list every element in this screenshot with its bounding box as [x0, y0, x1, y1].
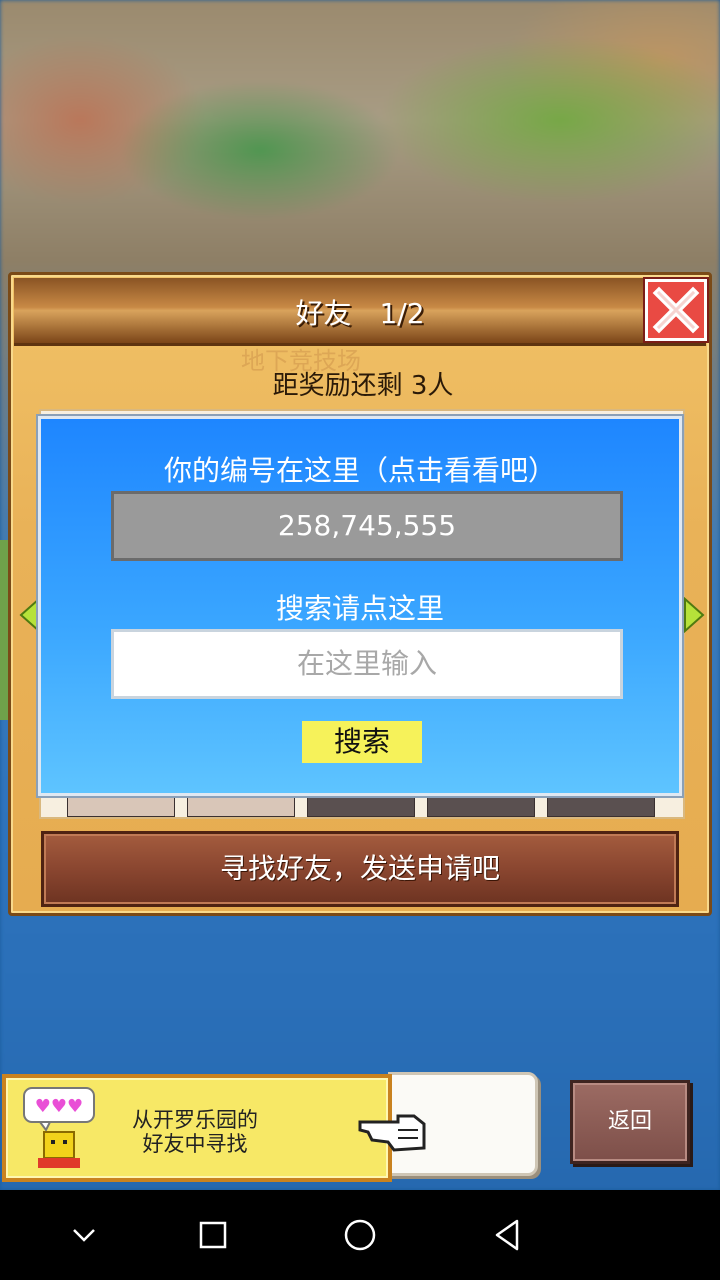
close-icon [652, 286, 700, 334]
my-id-box[interactable]: 258,745,555 [111, 491, 623, 561]
id-label: 你的编号在这里（点击看看吧） [163, 454, 556, 487]
kairo-friends-label: 从开罗乐园的 好友中寻找 [106, 1108, 284, 1156]
search-button[interactable]: 搜索 [302, 721, 422, 763]
search-label: 搜索请点这里 [275, 592, 444, 625]
panel-header: 好友 1/2 [14, 278, 706, 346]
kairo-label-line1: 从开罗乐园的 [132, 1108, 258, 1132]
nav-home-icon[interactable] [342, 1217, 378, 1253]
search-input[interactable]: 在这里输入 [111, 629, 623, 699]
reward-remaining-text: 距奖励还剩 3人 [272, 371, 454, 401]
friend-id-dialog: 你的编号在这里（点击看看吧） 258,745,555 搜索请点这里 在这里输入 … [38, 416, 682, 796]
find-friends-button[interactable]: 寻找好友，发送申请吧 [41, 831, 679, 907]
nav-back-chevron-icon[interactable] [66, 1217, 102, 1253]
close-button[interactable] [643, 277, 709, 343]
kairo-mascot-icon: ♥♥♥ [23, 1087, 95, 1168]
arrow-right-icon[interactable] [683, 597, 705, 633]
system-navigation-bar [0, 1190, 720, 1280]
svg-text:♥♥♥: ♥♥♥ [35, 1096, 83, 1117]
kairo-friends-button[interactable]: ♥♥♥ 从开罗乐园的 好友中寻找 [2, 1074, 392, 1182]
back-button[interactable]: 返回 [570, 1080, 690, 1164]
panel-title: 好友 1/2 [295, 297, 425, 330]
nav-recent-icon[interactable] [195, 1217, 231, 1253]
pointing-hand-icon [358, 1114, 426, 1152]
kairo-label-line2: 好友中寻找 [142, 1132, 248, 1156]
nav-back-icon[interactable] [490, 1217, 526, 1253]
